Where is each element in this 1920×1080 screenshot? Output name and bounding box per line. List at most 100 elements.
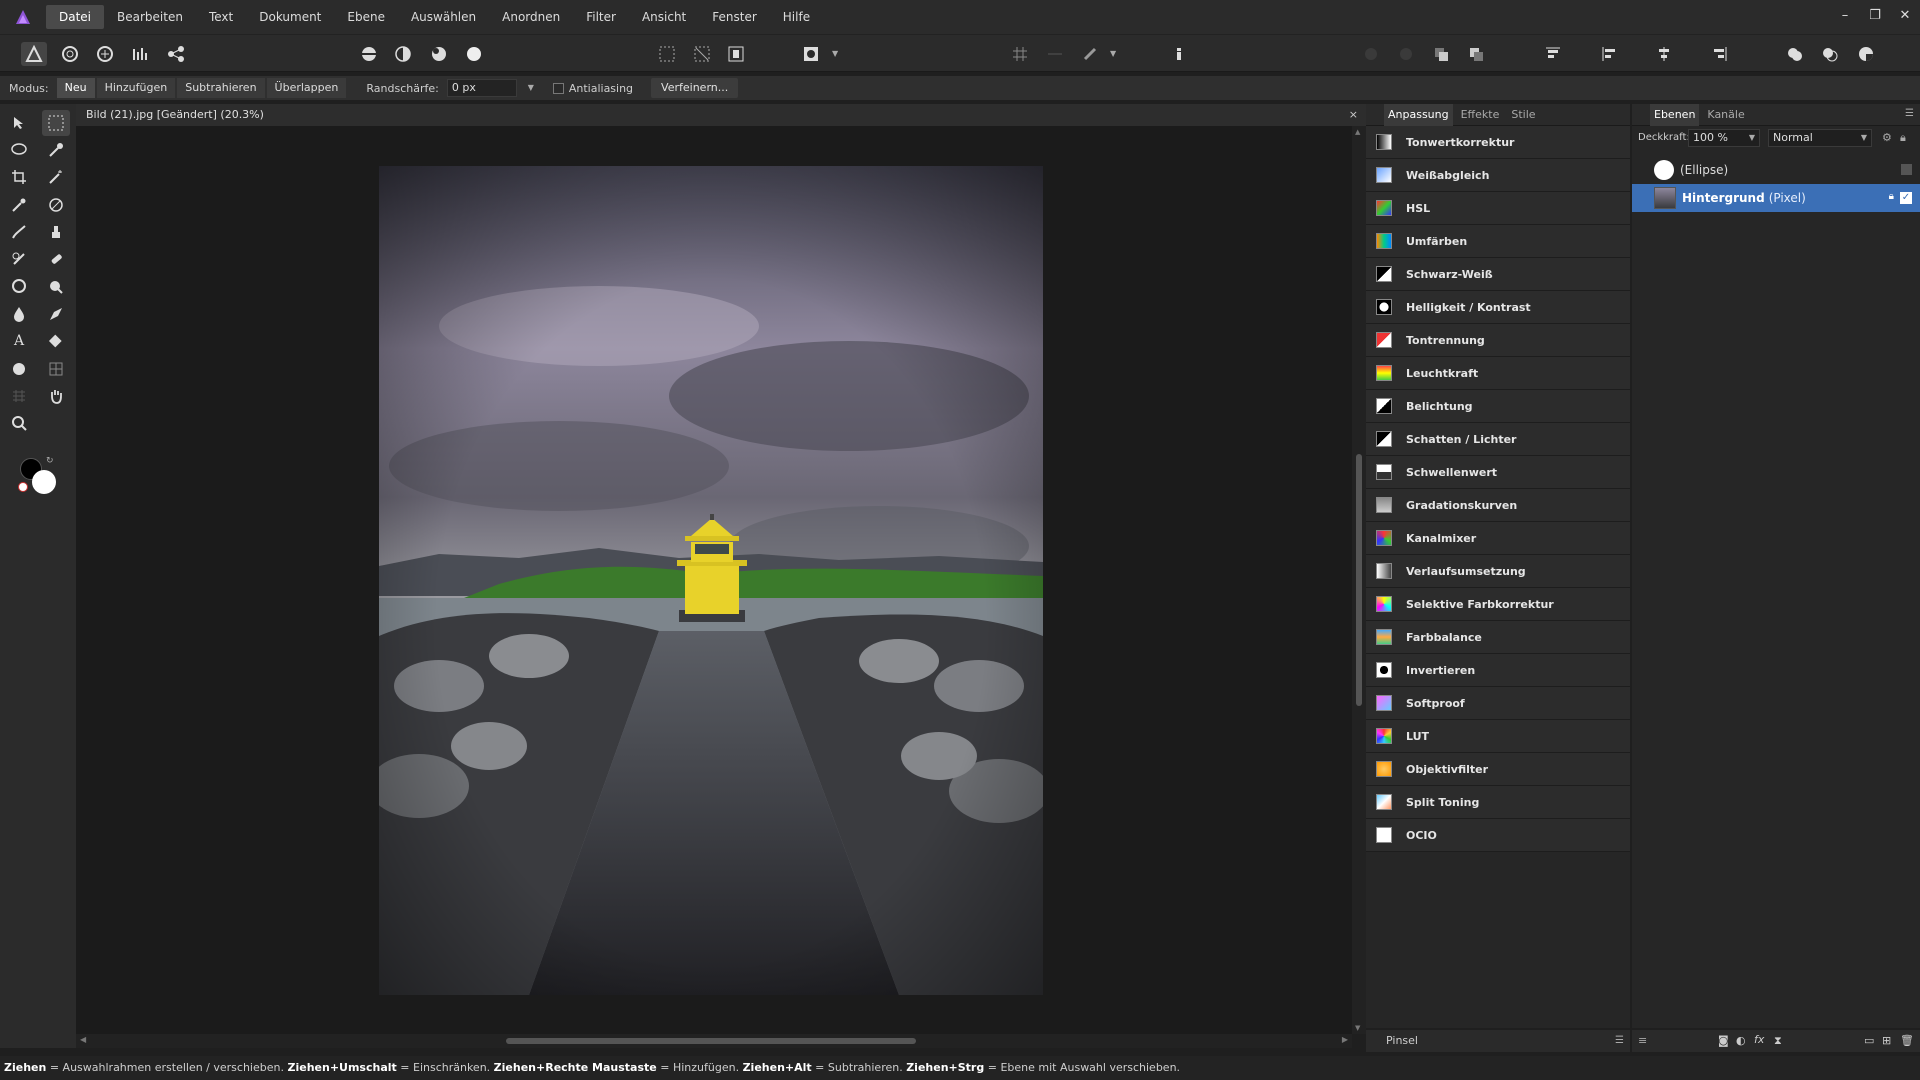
adjustment-item[interactable]: Leuchtkraft <box>1366 357 1630 390</box>
move-tool-icon[interactable] <box>5 110 33 136</box>
photo-persona-icon[interactable] <box>21 42 47 66</box>
develop-persona-icon[interactable] <box>92 42 118 66</box>
adjustment-item[interactable]: Helligkeit / Kontrast <box>1366 291 1630 324</box>
menu-text[interactable]: Text <box>196 5 246 29</box>
layer-row-ellipse[interactable]: (Ellipse) <box>1632 156 1920 184</box>
fill-bucket-tool-icon[interactable] <box>42 328 70 354</box>
tab-layers[interactable]: Ebenen <box>1650 103 1700 126</box>
adjustment-item[interactable]: LUT <box>1366 720 1630 753</box>
adjustment-item[interactable]: Belichtung <box>1366 390 1630 423</box>
zoom-tool-icon[interactable] <box>5 410 33 436</box>
lock-icon[interactable]: 🔒︎ <box>1889 191 1894 202</box>
dodge-tool-icon[interactable] <box>5 274 33 300</box>
bandage-tool-icon[interactable] <box>42 246 70 272</box>
move-forward-icon[interactable] <box>1393 42 1419 66</box>
panel-menu-icon[interactable]: ☰ <box>1905 108 1914 119</box>
magnet-icon[interactable] <box>1077 42 1103 66</box>
chevron-down-icon[interactable]: ▼ <box>1749 130 1755 146</box>
swap-colors-icon[interactable]: ↻ <box>46 456 54 466</box>
chevron-down-icon[interactable]: ▼ <box>1861 130 1867 146</box>
group-folder-icon[interactable]: ▭ <box>1864 1034 1874 1047</box>
adjustment-item[interactable]: OCIO <box>1366 819 1630 852</box>
boolean-add-icon[interactable] <box>1782 42 1808 66</box>
adjustment-item[interactable]: Tontrennung <box>1366 324 1630 357</box>
adjustment-item[interactable]: Softproof <box>1366 687 1630 720</box>
horizontal-scrollbar[interactable]: ◀ ▶ <box>76 1034 1352 1048</box>
liquify-persona-icon[interactable] <box>57 42 83 66</box>
lasso-tool-icon[interactable] <box>5 137 33 163</box>
tab-effects[interactable]: Effekte <box>1457 104 1504 126</box>
scroll-right-icon[interactable]: ▶ <box>1342 1035 1348 1044</box>
align-right-icon[interactable] <box>1707 42 1733 66</box>
mode-subtract-button[interactable]: Subtrahieren <box>177 78 265 98</box>
info-icon[interactable] <box>1166 42 1192 66</box>
mode-new-button[interactable]: Neu <box>56 78 95 98</box>
boolean-subtract-icon[interactable] <box>1817 42 1843 66</box>
app-logo-icon[interactable] <box>0 0 46 34</box>
adjustment-item[interactable]: Schwellenwert <box>1366 456 1630 489</box>
adjustment-item[interactable]: Farbbalance <box>1366 621 1630 654</box>
blend-mode-select[interactable]: Normal ▼ <box>1768 129 1872 147</box>
adjustment-item[interactable]: Invertieren <box>1366 654 1630 687</box>
move-backward-icon[interactable] <box>1358 42 1384 66</box>
menu-bearbeiten[interactable]: Bearbeiten <box>104 5 196 29</box>
layer-row-background[interactable]: Hintergrund (Pixel) 🔒︎ ✓ <box>1632 184 1920 212</box>
adjustment-item[interactable]: Selektive Farbkorrektur <box>1366 588 1630 621</box>
lock-icon[interactable]: 🔒︎ <box>1900 131 1906 145</box>
rectangular-marquee-tool-icon[interactable] <box>42 110 70 136</box>
adjustment-item[interactable]: HSL <box>1366 192 1630 225</box>
tab-channels[interactable]: Kanäle <box>1703 104 1748 126</box>
invert-selection-icon[interactable] <box>723 42 749 66</box>
blur-tool-icon[interactable] <box>42 274 70 300</box>
panel-menu-icon[interactable]: ☰ <box>1615 1030 1624 1052</box>
menu-datei[interactable]: Datei <box>46 5 105 29</box>
clone-tool-icon[interactable] <box>42 219 70 245</box>
vertical-scrollbar[interactable]: ▲ ▼ <box>1352 126 1366 1034</box>
chevron-down-icon[interactable]: ▼ <box>832 49 838 58</box>
adjustment-item[interactable]: Kanalmixer <box>1366 522 1630 555</box>
adjustment-item[interactable]: Schatten / Lichter <box>1366 423 1630 456</box>
menu-anordnen[interactable]: Anordnen <box>489 5 573 29</box>
adjustment-item[interactable]: Weißabgleich <box>1366 159 1630 192</box>
align-top-icon[interactable] <box>1540 42 1566 66</box>
gear-icon[interactable]: ⚙ <box>1882 131 1892 144</box>
mesh-warp-tool-icon[interactable] <box>42 356 70 382</box>
fx-icon[interactable]: fx <box>1754 1033 1764 1046</box>
brush-panel-bar[interactable]: Pinsel ☰ <box>1366 1030 1630 1052</box>
adjustment-item[interactable]: Schwarz-Weiß <box>1366 258 1630 291</box>
deselect-icon[interactable] <box>689 42 715 66</box>
arrange-front-icon[interactable] <box>1463 42 1489 66</box>
patch-tool-icon[interactable] <box>5 246 33 272</box>
layer-visibility-checkbox[interactable]: ✓ <box>1900 192 1912 204</box>
no-color-icon[interactable] <box>18 482 28 492</box>
auto-white-balance-icon[interactable] <box>461 42 487 66</box>
menu-fenster[interactable]: Fenster <box>699 5 770 29</box>
arrange-back-icon[interactable] <box>1428 42 1454 66</box>
adjustment-item[interactable]: Objektivfilter <box>1366 753 1630 786</box>
hand-tool-icon[interactable] <box>42 383 70 409</box>
adjustment-item[interactable]: Verlaufsumsetzung <box>1366 555 1630 588</box>
snapping-icon[interactable] <box>1007 42 1033 66</box>
trash-icon[interactable]: 🗑︎ <box>1900 1034 1914 1047</box>
menu-dokument[interactable]: Dokument <box>246 5 334 29</box>
horizontal-scroll-thumb[interactable] <box>506 1038 916 1044</box>
ellipse-tool-icon[interactable] <box>5 356 33 382</box>
eyedropper-tool-icon[interactable] <box>5 192 33 218</box>
tab-styles[interactable]: Stile <box>1507 104 1539 126</box>
text-tool-icon[interactable]: A <box>5 328 33 354</box>
refine-button[interactable]: Verfeinern... <box>651 78 739 98</box>
color-swatches[interactable]: ↻ <box>18 456 58 496</box>
align-center-icon[interactable] <box>1651 42 1677 66</box>
scroll-left-icon[interactable]: ◀ <box>80 1035 86 1044</box>
menu-filter[interactable]: Filter <box>573 5 629 29</box>
export-persona-icon[interactable] <box>163 42 189 66</box>
tone-mapping-persona-icon[interactable] <box>128 42 154 66</box>
paint-brush-tool-icon[interactable] <box>5 219 33 245</box>
secondary-color-swatch[interactable] <box>32 470 56 494</box>
chevron-down-icon[interactable]: ▼ <box>528 80 534 96</box>
vertical-scroll-thumb[interactable] <box>1356 454 1362 706</box>
auto-colors-icon[interactable] <box>426 42 452 66</box>
mode-intersect-button[interactable]: Überlappen <box>266 78 347 98</box>
layers-stack-icon[interactable]: ≡ <box>1638 1034 1647 1047</box>
antialias-checkbox[interactable] <box>552 82 564 94</box>
